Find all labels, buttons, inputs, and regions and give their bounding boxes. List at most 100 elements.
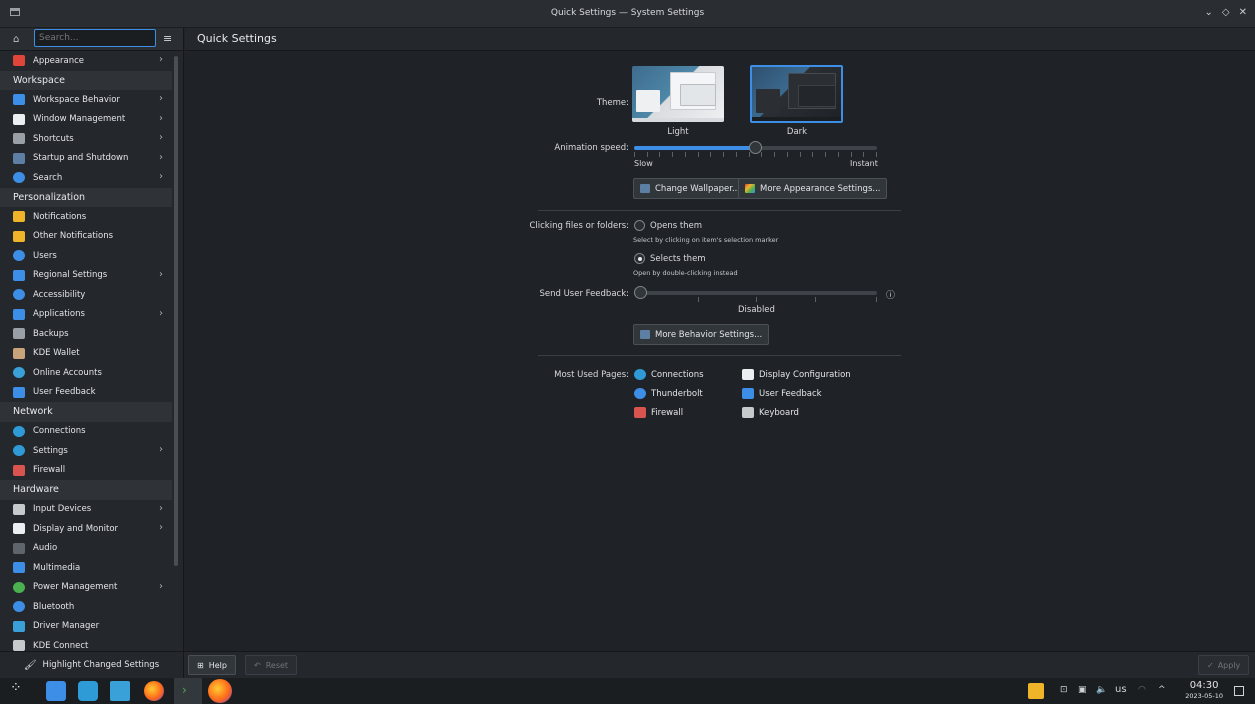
sidebar-item-applications[interactable]: Applications › — [0, 305, 172, 325]
konsole-task[interactable] — [174, 678, 202, 704]
animation-speed-slider[interactable] — [634, 141, 877, 154]
firefox-icon[interactable] — [144, 681, 164, 701]
sidebar-item-kde-wallet[interactable]: KDE Wallet — [0, 344, 172, 364]
feedback-slider[interactable] — [634, 286, 877, 299]
animation-speed-label: Animation speed: — [554, 143, 629, 153]
file-manager-icon[interactable] — [110, 681, 130, 701]
behavior-icon — [640, 330, 650, 339]
chevron-right-icon: › — [159, 112, 163, 124]
sidebar-item-startup-and-shutdown[interactable]: Startup and Shutdown › — [0, 149, 172, 169]
theme-dark-thumbnail[interactable] — [750, 65, 843, 123]
tray-network-icon[interactable]: ◠ — [1138, 685, 1146, 695]
sidebar-item-users[interactable]: Users — [0, 246, 172, 266]
sidebar-item-connections[interactable]: Connections — [0, 422, 172, 442]
sidebar-item-power-management[interactable]: Power Management › — [0, 578, 172, 598]
sidebar-item-label: Applications — [33, 309, 85, 320]
most-used-thunderbolt[interactable]: Thunderbolt — [634, 388, 703, 399]
firefox-task-icon[interactable] — [208, 679, 232, 703]
bluetooth-icon — [13, 601, 25, 613]
info-icon[interactable]: ⓘ — [886, 288, 895, 301]
sidebar-item-multimedia[interactable]: Multimedia — [0, 558, 172, 578]
applications-icon — [13, 308, 25, 320]
multimedia-icon — [13, 562, 25, 574]
sidebar-item-workspace-behavior[interactable]: Workspace Behavior › — [0, 90, 172, 110]
sidebar-item-other-notifications[interactable]: Other Notifications — [0, 227, 172, 247]
most-used-display-configuration[interactable]: Display Configuration — [742, 369, 851, 380]
sidebar-scrollbar[interactable] — [174, 56, 178, 566]
selects-them-label[interactable]: Selects them — [650, 254, 706, 264]
more-appearance-settings-button[interactable]: More Appearance Settings... — [738, 178, 888, 199]
help-button[interactable]: ⊞ Help — [188, 655, 236, 675]
most-used-keyboard[interactable]: Keyboard — [742, 407, 799, 418]
sidebar-item-audio[interactable]: Audio — [0, 539, 172, 559]
wallet-icon — [13, 347, 25, 359]
selects-them-radio[interactable] — [634, 253, 645, 264]
feedback-icon — [742, 388, 754, 399]
opens-them-label[interactable]: Opens them — [650, 221, 702, 231]
sidebar-item-label: Startup and Shutdown — [33, 153, 129, 164]
sidebar-item-backups[interactable]: Backups — [0, 324, 172, 344]
sidebar-item-label: Other Notifications — [33, 231, 114, 242]
sidebar-item-driver-manager[interactable]: Driver Manager — [0, 617, 172, 637]
clock[interactable]: 04:30 2023-05-10 — [1185, 680, 1223, 700]
sidebar-item-regional-settings[interactable]: Regional Settings › — [0, 266, 172, 286]
sidebar-item-kde-connect[interactable]: KDE Connect — [0, 636, 172, 651]
opens-them-radio[interactable] — [634, 220, 645, 231]
sidebar-item-notifications[interactable]: Notifications — [0, 207, 172, 227]
minimize-icon[interactable]: ⌄ — [1205, 7, 1213, 18]
search-input[interactable] — [34, 29, 156, 47]
sidebar-item-appearance[interactable]: Appearance › — [0, 51, 172, 71]
change-wallpaper-button[interactable]: Change Wallpaper... — [633, 178, 748, 199]
pager-icon[interactable] — [46, 681, 66, 701]
close-icon[interactable]: ✕ — [1239, 7, 1247, 18]
sidebar-item-shortcuts[interactable]: Shortcuts › — [0, 129, 172, 149]
tray-device-icon[interactable]: ▣ — [1078, 685, 1087, 695]
input-devices-icon — [13, 503, 25, 515]
apply-button[interactable]: ✓ Apply — [1198, 655, 1250, 675]
feedback-ticks — [634, 297, 877, 302]
most-used-connections[interactable]: Connections — [634, 369, 704, 380]
sidebar-item-bluetooth[interactable]: Bluetooth — [0, 597, 172, 617]
sidebar-item-window-management[interactable]: Window Management › — [0, 110, 172, 130]
sidebar-item-label: Driver Manager — [33, 621, 100, 632]
keyboard-layout[interactable]: us — [1115, 684, 1127, 695]
reset-button[interactable]: ↶ Reset — [245, 655, 298, 675]
chevron-right-icon: › — [159, 307, 163, 319]
sidebar-item-label: Appearance — [33, 55, 85, 66]
theme-light-thumbnail[interactable] — [632, 66, 724, 122]
audio-icon — [13, 542, 25, 554]
tray-notes-icon[interactable] — [1028, 683, 1044, 699]
sidebar-item-accessibility[interactable]: Accessibility — [0, 285, 172, 305]
bottom-bar: 🖌 Highlight Changed Settings ⊞ Help ↶ Re… — [0, 651, 1255, 678]
most-used-user-feedback[interactable]: User Feedback — [742, 388, 822, 399]
chevron-right-icon: › — [159, 444, 163, 455]
tray-clipboard-icon[interactable]: ⊡ — [1060, 685, 1068, 695]
page-title: Quick Settings — [197, 32, 277, 45]
bell-icon — [13, 230, 25, 242]
sidebar-item-label: Firewall — [33, 465, 66, 476]
most-used-label: Most Used Pages: — [554, 370, 629, 380]
tray-expand-icon[interactable]: ^ — [1158, 685, 1166, 695]
most-used-firewall[interactable]: Firewall — [634, 407, 683, 418]
sidebar-item-label: Backups — [33, 328, 69, 339]
tray-volume-icon[interactable]: 🔈 — [1096, 685, 1107, 695]
highlight-changed-button[interactable]: 🖌 Highlight Changed Settings — [0, 652, 184, 678]
sidebar-item-search[interactable]: Search › — [0, 168, 172, 188]
sidebar-category: Personalization — [0, 187, 172, 207]
more-behavior-settings-button[interactable]: More Behavior Settings... — [633, 324, 770, 345]
sidebar-item-label: Notifications — [33, 211, 87, 222]
sidebar-item-user-feedback[interactable]: User Feedback — [0, 383, 172, 403]
home-icon[interactable]: ⌂ — [13, 34, 19, 45]
sidebar-item-settings[interactable]: Settings › — [0, 441, 172, 461]
sidebar-item-online-accounts[interactable]: Online Accounts — [0, 363, 172, 383]
maximize-icon[interactable]: ◇ — [1222, 7, 1230, 18]
feedback-icon — [13, 386, 25, 398]
app-launcher-icon[interactable]: ⁘ — [10, 680, 30, 700]
hamburger-menu-icon[interactable]: ≡ — [163, 32, 172, 45]
show-desktop-icon[interactable] — [1234, 686, 1244, 696]
sidebar-item-input-devices[interactable]: Input Devices › — [0, 500, 172, 520]
discover-icon[interactable] — [78, 681, 98, 701]
sidebar-item-display-and-monitor[interactable]: Display and Monitor › — [0, 519, 172, 539]
chevron-right-icon: › — [159, 54, 163, 65]
sidebar-item-firewall[interactable]: Firewall — [0, 461, 172, 481]
